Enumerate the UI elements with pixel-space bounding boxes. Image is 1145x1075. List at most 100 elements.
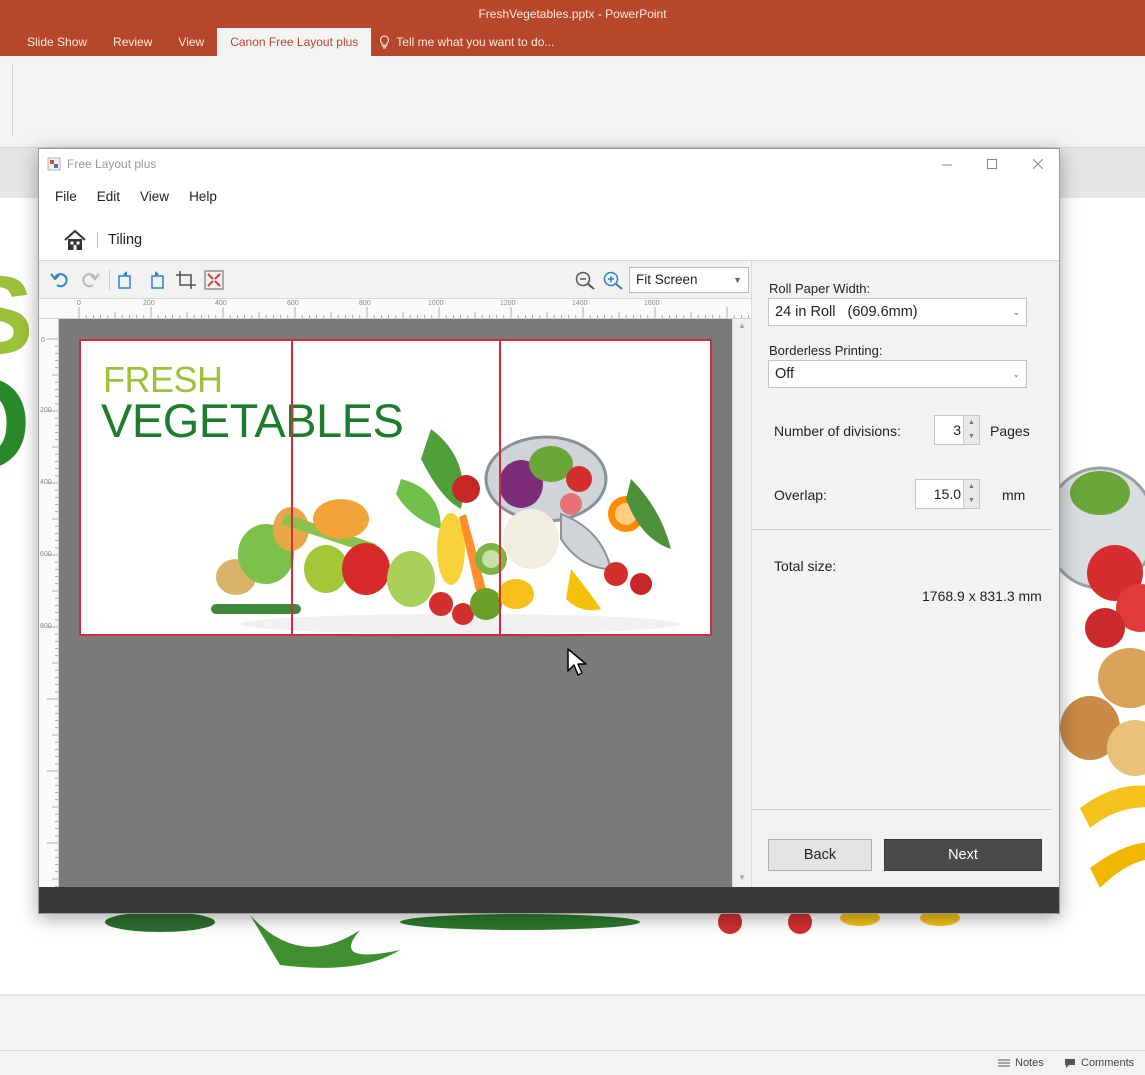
breadcrumb-current: Tiling: [108, 232, 143, 248]
tile-division-line: [291, 341, 293, 634]
dialog-title-bar: Free Layout plus: [39, 149, 1059, 179]
zoom-level-select[interactable]: Fit Screen ▼: [629, 267, 749, 293]
decrement-icon[interactable]: ▼: [964, 430, 979, 444]
increment-icon[interactable]: ▲: [964, 480, 979, 494]
slide-vegetables-strip: [105, 910, 960, 968]
panel-divider: [752, 529, 1052, 530]
minimize-button[interactable]: [932, 154, 962, 174]
ribbon-divider: [12, 64, 13, 136]
zoom-in-icon[interactable]: [602, 270, 624, 290]
tab-view[interactable]: View: [165, 28, 217, 56]
menu-file[interactable]: File: [45, 187, 87, 207]
increment-icon[interactable]: ▲: [964, 416, 979, 430]
tab-slide-show[interactable]: Slide Show: [14, 28, 100, 56]
ruler-label: 0: [77, 300, 81, 307]
overlap-value: 15.0: [933, 486, 961, 502]
tell-me-text: Tell me what you want to do...: [396, 35, 555, 49]
comments-button[interactable]: Comments: [1064, 1057, 1134, 1069]
crop-icon[interactable]: [175, 270, 197, 290]
tab-review[interactable]: Review: [100, 28, 165, 56]
ruler-label: 0: [41, 337, 45, 344]
window-title: FreshVegetables.pptx - PowerPoint: [478, 7, 667, 21]
chevron-down-icon: ⌄: [1012, 369, 1020, 379]
borderless-printing-value: Off: [775, 366, 795, 382]
redo-icon[interactable]: [79, 270, 101, 290]
divisions-label: Number of divisions:: [774, 423, 901, 439]
comment-icon: [1065, 1058, 1075, 1068]
rotate-right-icon[interactable]: [145, 270, 167, 290]
roll-paper-width-value: 24 in Roll (609.6mm): [775, 304, 918, 320]
tiling-settings-panel: Roll Paper Width: 24 in Roll (609.6mm) ⌄…: [751, 261, 1059, 887]
overlap-stepper[interactable]: 15.0 ▲ ▼: [915, 479, 980, 509]
zoom-level-value: Fit Screen: [636, 272, 698, 287]
overlap-label: Overlap:: [774, 487, 827, 503]
ruler-label: 200: [143, 300, 155, 307]
slide-title-fragment-decor-2: O: [0, 348, 31, 498]
divisions-stepper[interactable]: 3 ▲ ▼: [934, 415, 980, 445]
canvas-vertical-scrollbar[interactable]: ▲ ▼: [732, 319, 751, 887]
close-icon: [1032, 158, 1044, 170]
notes-button[interactable]: Notes: [998, 1057, 1044, 1069]
chevron-down-icon: ▼: [733, 275, 742, 285]
ribbon-area: [0, 56, 1145, 148]
decrement-icon[interactable]: ▼: [964, 494, 979, 508]
ruler-label: 600: [287, 300, 299, 307]
borderless-printing-select[interactable]: Off ⌄: [768, 360, 1027, 388]
panel-divider: [752, 809, 1052, 810]
overlap-unit: mm: [1002, 487, 1026, 503]
next-button[interactable]: Next: [884, 839, 1042, 871]
poster-preview[interactable]: FRESH VEGETABLES: [79, 339, 712, 636]
back-button[interactable]: Back: [768, 839, 872, 871]
menu-view[interactable]: View: [130, 187, 179, 207]
powerpoint-title-bar: FreshVegetables.pptx - PowerPoint: [0, 0, 1145, 28]
menu-edit[interactable]: Edit: [87, 187, 130, 207]
lightbulb-icon: [380, 35, 390, 49]
divisions-unit: Pages: [990, 423, 1030, 439]
home-icon[interactable]: [63, 229, 87, 251]
ruler-label: 1600: [644, 300, 660, 307]
vertical-ruler: 0 200 400 600 800: [39, 319, 59, 887]
app-icon: [47, 157, 61, 171]
menu-help[interactable]: Help: [179, 187, 227, 207]
tell-me-search[interactable]: Tell me what you want to do...: [371, 28, 554, 56]
scroll-down-icon[interactable]: ▼: [733, 871, 751, 885]
vegetables-image: [211, 429, 681, 634]
comments-label: Comments: [1081, 1057, 1135, 1069]
ruler-label: 1000: [428, 300, 444, 307]
chevron-down-icon: ⌄: [1012, 307, 1020, 317]
status-bar: Notes Comments: [0, 1050, 1145, 1075]
dialog-title: Free Layout plus: [67, 157, 157, 171]
undo-icon[interactable]: [49, 270, 71, 290]
scroll-up-icon[interactable]: ▲: [733, 319, 751, 333]
maximize-button[interactable]: [977, 154, 1007, 174]
notes-icon: [998, 1059, 1010, 1067]
toolbar-divider: [109, 270, 110, 290]
breadcrumb-separator: [97, 232, 98, 248]
ruler-label: 200: [40, 407, 52, 414]
preview-canvas[interactable]: FRESH VEGETABLES: [59, 319, 732, 887]
ruler-label: 600: [40, 551, 52, 558]
borderless-printing-label: Borderless Printing:: [769, 343, 883, 358]
total-size-label: Total size:: [774, 558, 837, 574]
divisions-value: 3: [953, 422, 961, 438]
horizontal-ruler: 0 200 400 600 800 1000 1200 1400 1600: [39, 299, 751, 319]
mouse-cursor-icon: [567, 648, 587, 676]
ruler-label: 800: [40, 623, 52, 630]
dialog-bottom-bar: [39, 887, 1059, 913]
rotate-left-icon[interactable]: [115, 270, 137, 290]
close-button[interactable]: [1023, 154, 1053, 174]
tab-canon-free-layout-plus[interactable]: Canon Free Layout plus: [217, 28, 372, 56]
maximize-icon: [987, 159, 997, 169]
ruler-label: 1200: [500, 300, 516, 307]
ruler-label: 400: [40, 479, 52, 486]
breadcrumb: Tiling: [63, 229, 142, 251]
free-layout-plus-dialog: Free Layout plus File Edit View Help Til…: [38, 148, 1060, 914]
total-size-value: 1768.9 x 831.3 mm: [922, 588, 1042, 604]
fit-to-page-icon[interactable]: [203, 270, 225, 290]
roll-paper-width-select[interactable]: 24 in Roll (609.6mm) ⌄: [768, 298, 1027, 326]
ruler-label: 800: [359, 300, 371, 307]
divisions-stepper-buttons: ▲ ▼: [963, 416, 979, 444]
ribbon-tabs: Slide Show Review View Canon Free Layout…: [0, 28, 1145, 56]
zoom-out-icon[interactable]: [574, 270, 596, 290]
dialog-menu-bar: File Edit View Help: [45, 187, 227, 207]
